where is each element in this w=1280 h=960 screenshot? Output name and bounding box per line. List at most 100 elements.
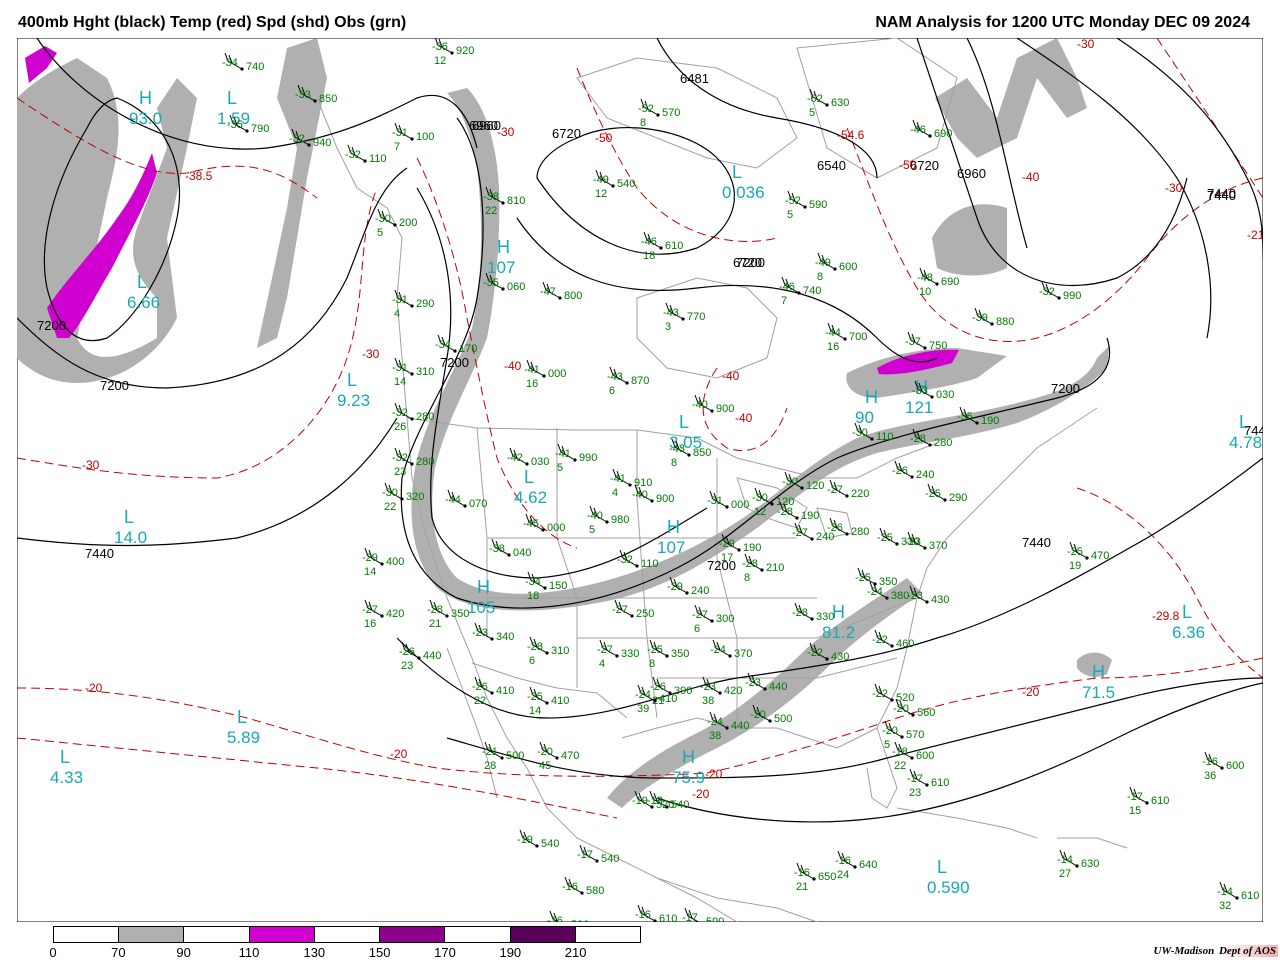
colorbar-label: 170 [434,945,456,960]
obs-dewpoint-depression: 21 [796,881,808,893]
obs-dewpoint-depression: 27 [1059,868,1071,880]
obs-temp: -16 [835,855,851,867]
obs-height: 320 [406,491,424,503]
center-value: 105 [467,598,495,617]
obs-dewpoint-depression: 18 [527,590,539,602]
obs-temp: -17 [1127,791,1143,803]
center-letter: L [1182,602,1192,622]
center-value: 81.2 [822,623,855,642]
obs-dewpoint-depression: 23 [401,660,413,672]
obs-height: 640 [859,859,877,871]
credit-text: UW-Madison Dept of AOS [1153,945,1278,957]
obs-height: 910 [634,477,652,489]
obs-height: 190 [981,415,999,427]
obs-temp: -30 [752,492,768,504]
obs-temp: -22 [872,634,888,646]
obs-height: 410 [496,685,514,697]
center-letter: L [679,412,689,432]
obs-temp: -26 [827,522,843,534]
obs-temp: -19 [632,795,648,807]
obs-height: 310 [416,366,434,378]
obs-height: 280 [416,411,434,423]
obs-temp: -29 [667,581,683,593]
obs-height: 110 [369,153,387,165]
center-value: 6.36 [1172,623,1205,642]
obs-dewpoint-depression: 8 [744,572,750,584]
colorbar-label: 70 [111,945,126,960]
obs-temp: -41 [524,364,540,376]
obs-height: 610 [665,240,683,252]
obs-temp: -44 [445,494,461,506]
obs-height: 880 [996,316,1014,328]
obs-height: 610 [1241,890,1259,902]
obs-temp: -49 [815,257,831,269]
obs-height: 280 [934,437,952,449]
center-value: 0.590 [927,878,970,897]
obs-dewpoint-depression: 8 [640,117,646,129]
obs-height: 210 [766,562,784,574]
obs-height: 590 [706,916,724,922]
obs-temp: -35 [483,277,499,289]
center-letter: L [124,507,134,527]
obs-temp: -24 [635,689,651,701]
obs-temp: -43 [663,307,679,319]
obs-temp: -27 [827,484,843,496]
obs-dewpoint-depression: 28 [484,760,496,772]
obs-height: 370 [734,648,752,660]
obs-height: 170 [459,343,477,355]
center-value: 4.62 [514,488,547,507]
temperature-label: -40 [722,369,740,383]
temperature-label: -29.8 [1152,609,1180,623]
obs-height: 280 [416,456,434,468]
obs-dewpoint-depression: 14 [394,376,406,388]
obs-temp: -31 [707,495,723,507]
obs-height: 610 [1151,795,1169,807]
obs-dewpoint-depression: 7 [781,295,787,307]
obs-temp: -24 [710,644,726,656]
obs-temp: -40 [692,399,708,411]
obs-dewpoint-depression: 22 [485,205,497,217]
obs-height: 420 [724,685,742,697]
height-label: 7200 [100,378,129,393]
obs-temp: -25 [925,488,941,500]
obs-temp: -32 [392,452,408,464]
weather-map: 696067206540 6720696074407200720072007200… [17,38,1263,922]
obs-height: 740 [803,285,821,297]
obs-temp: -35 [227,119,243,131]
colorbar-segment [380,927,446,942]
obs-temp: -30 [782,476,798,488]
obs-temp: -26 [399,646,415,658]
center-value: 14.0 [114,528,147,547]
obs-height: 600 [839,261,857,273]
obs-dewpoint-depression: 12 [754,506,766,518]
obs-dewpoint-depression: 23 [909,787,921,799]
obs-temp: -16 [794,867,810,879]
obs-dewpoint-depression: 23 [394,466,406,478]
temperature-label: -40 [735,411,753,425]
obs-height: 120 [806,480,824,492]
obs-temp: -40 [587,510,603,522]
obs-height: 110 [876,431,894,443]
obs-dewpoint-depression: 22 [384,501,396,513]
colorbar-label: 0 [49,945,57,960]
temperature-label: -20 [705,767,723,781]
obs-dewpoint-depression: 12 [595,188,607,200]
temperature-label: -50 [595,131,613,145]
obs-temp: -32 [1039,286,1055,298]
height-label: 6720 [552,126,581,141]
obs-height: 340 [496,631,514,643]
obs-temp: -40 [632,489,648,501]
center-letter: L [347,370,357,390]
obs-temp: -19 [517,834,533,846]
obs-temp: -27 [597,644,613,656]
obs-height: 300 [716,613,734,625]
temperature-label: -40 [1022,170,1040,184]
obs-height: 350 [451,608,469,620]
obs-height: 750 [929,340,947,352]
obs-temp: -25 [647,644,663,656]
obs-temp: -17 [682,912,698,922]
obs-height: 030 [531,456,549,468]
center-value: 4.33 [50,768,83,787]
obs-temp: -17 [907,773,923,785]
obs-temp: -27 [692,609,708,621]
